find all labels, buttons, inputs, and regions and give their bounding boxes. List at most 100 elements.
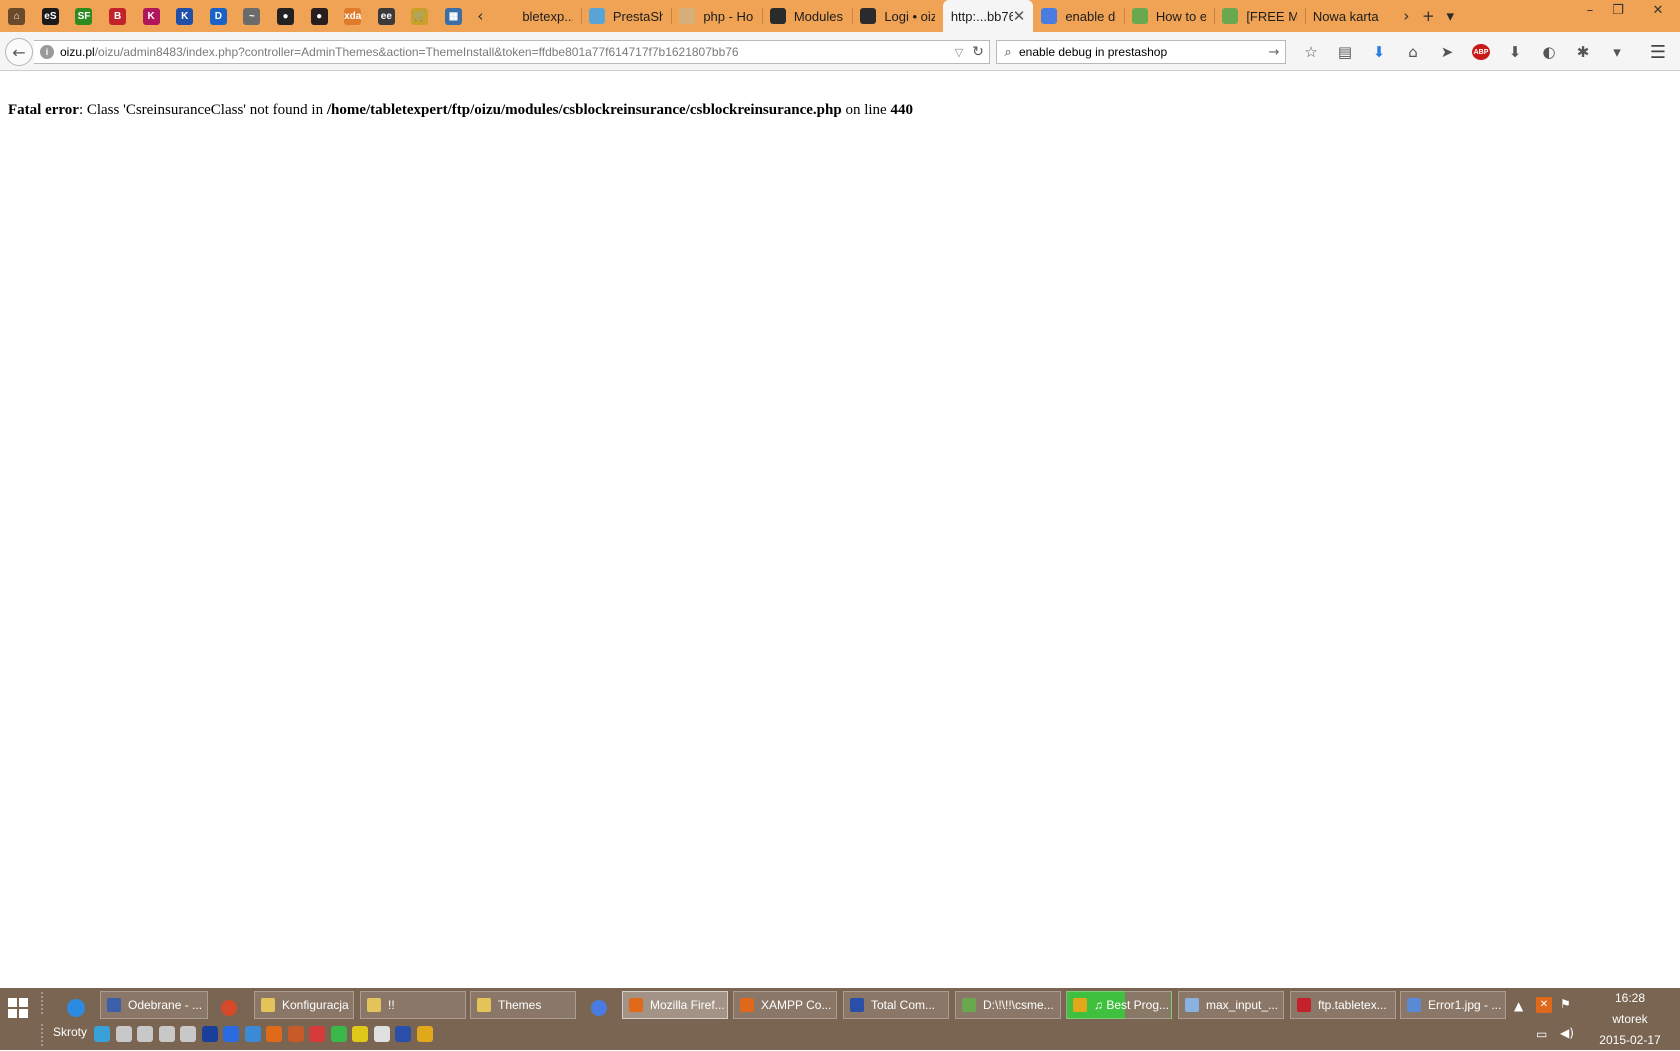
font-icon[interactable] <box>373 1026 390 1042</box>
save-icon[interactable] <box>395 1026 411 1042</box>
extension-icon[interactable]: ◐ <box>1532 38 1566 66</box>
url-path: /oizu/admin8483/index.php?controller=Adm… <box>94 45 739 59</box>
taskbar-window-button[interactable]: XAMPP Co... <box>733 991 837 1019</box>
winamp-quick-icon[interactable] <box>416 1026 433 1042</box>
tab[interactable]: enable de... <box>1033 0 1124 32</box>
taskbar-window-button[interactable]: Odebrane - ... <box>100 991 208 1019</box>
xampp-tray-icon[interactable]: ✕ <box>1536 997 1552 1013</box>
taskbar-window-button[interactable]: D:\!\!!\csme... <box>955 991 1061 1019</box>
minimize-button[interactable]: – <box>1576 0 1604 20</box>
pinned-tab[interactable]: 🛒 <box>403 0 437 32</box>
chrome-icon[interactable] <box>215 994 243 1022</box>
pinned-tab[interactable]: ● <box>302 0 336 32</box>
network-icon[interactable]: ▭ <box>1536 1027 1547 1041</box>
taskbar-window-button[interactable]: Konfiguracja <box>254 991 354 1019</box>
tab[interactable]: bletexp... <box>490 0 581 32</box>
app-icon[interactable] <box>201 1026 218 1042</box>
action-center-flag-icon[interactable]: ⚑ <box>1560 997 1571 1011</box>
new-tab-button[interactable]: + <box>1417 0 1439 32</box>
tab[interactable]: Nowa karta <box>1304 0 1396 32</box>
opera-icon[interactable] <box>309 1026 325 1042</box>
maximize-button[interactable]: ❐ <box>1604 0 1632 20</box>
tab[interactable]: Logi • oiz... <box>852 0 943 32</box>
download-icon[interactable]: ⬇ <box>1362 38 1396 66</box>
network-tool-icon[interactable] <box>94 1026 110 1042</box>
tray-expand-icon[interactable]: ▲ <box>1514 999 1523 1013</box>
taskbar-window-button[interactable]: Themes <box>470 991 576 1019</box>
tab-active[interactable]: http:...bb76 ✕ <box>942 0 1034 32</box>
taskbar-window-button[interactable]: Error1.jpg - ... <box>1400 991 1506 1019</box>
internet-explorer-icon[interactable] <box>62 994 90 1022</box>
hfs-icon[interactable] <box>287 1026 304 1042</box>
pinned-tab[interactable]: K <box>134 0 168 32</box>
back-button[interactable]: ← <box>5 38 33 66</box>
pinned-tab[interactable]: D <box>202 0 236 32</box>
close-window-button[interactable]: ✕ <box>1640 0 1676 20</box>
taskbar-clock[interactable]: 16:28 wtorek 2015-02-17 <box>1590 988 1670 1051</box>
drive2-icon[interactable] <box>137 1026 153 1042</box>
utorrent-icon[interactable] <box>330 1026 347 1042</box>
toolbar-grip[interactable] <box>41 992 45 1014</box>
tool-icon[interactable] <box>352 1026 368 1042</box>
tab[interactable]: Modules ... <box>761 0 853 32</box>
tab-scroll-right-button[interactable]: › <box>1395 0 1417 32</box>
pinned-tab[interactable]: ▦ <box>437 0 471 32</box>
search-icon[interactable]: ⌕ <box>997 45 1019 60</box>
taskbar-window-button[interactable]: max_input_... <box>1178 991 1284 1019</box>
home-icon[interactable]: ⌂ <box>1396 38 1430 66</box>
taskbar-window-button[interactable]: ♫ Best Prog... <box>1066 991 1172 1019</box>
reload-icon[interactable]: ↻ <box>967 44 989 60</box>
pinned-tab[interactable]: xda <box>336 0 370 32</box>
close-tab-icon[interactable]: ✕ <box>1013 7 1026 25</box>
url-bar[interactable]: i oizu.pl/oizu/admin8483/index.php?contr… <box>34 40 990 64</box>
site-identity-icon[interactable]: i <box>40 45 54 59</box>
landscape-icon: ▦ <box>445 7 463 25</box>
taskbar-window-button[interactable]: Total Com... <box>843 991 949 1019</box>
reading-list-icon[interactable]: ▤ <box>1328 38 1362 66</box>
hamburger-menu-icon[interactable]: ☰ <box>1643 38 1673 66</box>
tab[interactable]: PrestaSh... <box>580 0 672 32</box>
start-windows-icon[interactable] <box>8 998 28 1018</box>
thunderbird-small-icon[interactable] <box>585 994 613 1022</box>
url-history-dropdown-icon[interactable]: ▽ <box>951 46 967 59</box>
toolbar-grip-2[interactable] <box>41 1024 45 1046</box>
pinned-tab[interactable]: ~ <box>235 0 269 32</box>
taskbar-window-button[interactable]: Mozilla Firef... <box>622 991 728 1019</box>
search-bar[interactable]: ⌕ enable debug in prestashop → <box>996 40 1286 64</box>
pinned-tab[interactable]: SF <box>67 0 101 32</box>
search-input[interactable]: enable debug in prestashop <box>1019 45 1263 59</box>
leaf-icon <box>1131 8 1148 24</box>
tab-scroll-left-button[interactable]: ‹ <box>470 0 490 32</box>
tab[interactable]: php - Ho... <box>671 0 762 32</box>
url-text[interactable]: oizu.pl/oizu/admin8483/index.php?control… <box>60 45 951 59</box>
volume-icon[interactable]: ◀) <box>1560 1026 1574 1040</box>
drive4-icon[interactable] <box>180 1026 196 1042</box>
xampp-icon <box>740 998 754 1012</box>
tab[interactable]: How to e... <box>1123 0 1215 32</box>
taskbar-window-button[interactable]: ftp.tabletex... <box>1290 991 1396 1019</box>
extension2-icon[interactable]: ✱ <box>1566 38 1600 66</box>
pinned-tab[interactable]: ee <box>370 0 404 32</box>
bookmark-star-icon[interactable]: ☆ <box>1294 38 1328 66</box>
drive3-icon[interactable] <box>158 1026 175 1042</box>
tab-label: php - Ho... <box>703 8 754 24</box>
globe-icon[interactable] <box>244 1026 261 1042</box>
list-all-tabs-button[interactable]: ▾ <box>1439 0 1461 32</box>
firefox-quick-icon[interactable] <box>266 1026 282 1042</box>
pinned-tab[interactable]: K <box>168 0 202 32</box>
filezilla-quick-icon[interactable] <box>223 1026 239 1042</box>
tab[interactable]: [FREE M... <box>1214 0 1305 32</box>
search-go-icon[interactable]: → <box>1263 45 1285 60</box>
tab-label: Modules ... <box>793 8 845 24</box>
download-helper-icon[interactable]: ⬇ <box>1498 38 1532 66</box>
overflow-icon[interactable]: ▾ <box>1600 38 1634 66</box>
pinned-tab[interactable]: ● <box>269 0 303 32</box>
send-icon[interactable]: ➤ <box>1430 38 1464 66</box>
adblock-icon[interactable]: ABP <box>1464 38 1498 66</box>
drive-icon[interactable] <box>115 1026 132 1042</box>
pinned-tab[interactable]: ⌂ <box>0 0 34 32</box>
quick-launch-label[interactable]: Skroty <box>53 1025 87 1039</box>
pinned-tab[interactable]: B <box>101 0 135 32</box>
pinned-tab[interactable]: eS <box>34 0 68 32</box>
taskbar-window-button[interactable]: !! <box>360 991 466 1019</box>
